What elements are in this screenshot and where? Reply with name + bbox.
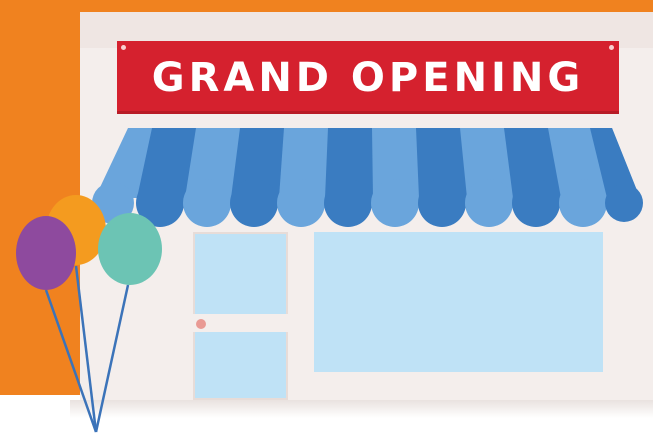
grand-opening-illustration: GRAND OPENING [0,0,653,447]
balloons-icon [16,195,162,433]
